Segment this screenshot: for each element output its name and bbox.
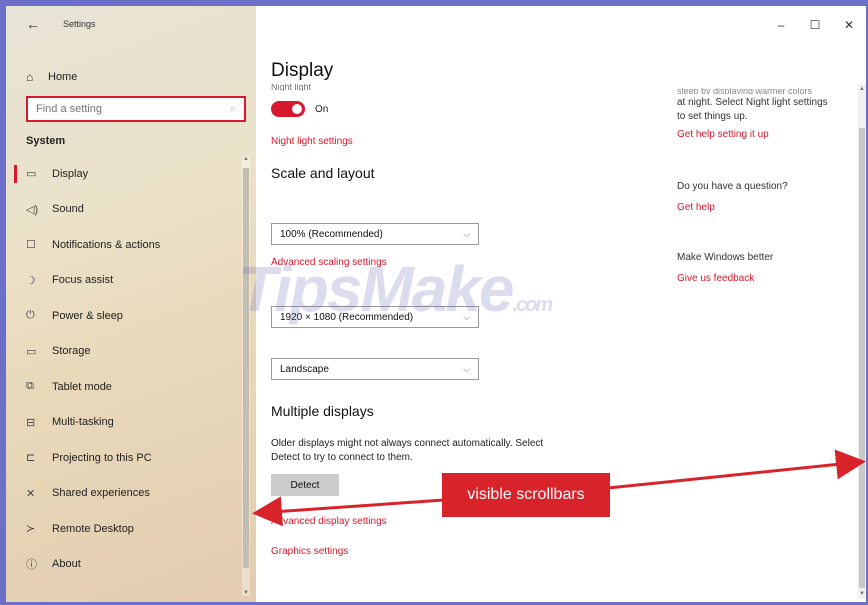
back-arrow-icon[interactable]: ← [26,16,40,32]
sidebar-item-shared-experiences[interactable]: ✕ Shared experiences [6,476,242,512]
chevron-down-icon: ⌵ [463,311,470,322]
sidebar-item-label: About [52,558,81,571]
chevron-down-icon: ⌵ [463,363,470,374]
main-scrollbar-thumb[interactable] [859,128,865,588]
right-text-line2: to set things up. [677,111,748,122]
remote-icon: ≻ [26,523,36,536]
scroll-down-icon[interactable]: ▼ [242,590,250,596]
window-controls: – ☐ ✕ [764,18,866,32]
sidebar-item-projecting[interactable]: ⊏ Projecting to this PC [6,440,242,476]
power-icon: ⏻ [26,309,35,322]
resolution-dropdown[interactable]: 1920 × 1080 (Recommended) ⌵ [271,306,479,328]
sidebar-item-label: Notifications & actions [52,238,161,251]
sidebar-item-label: Display [52,167,89,180]
advanced-display-link[interactable]: Advanced display settings [271,516,387,527]
toggle-state-label: On [315,103,329,115]
night-light-settings-link[interactable]: Night light settings [271,136,353,147]
scale-layout-heading: Scale and layout [271,165,375,181]
search-box[interactable]: ⌕ [26,96,246,122]
multiple-displays-text-line2: Detect to try to connect to them. [271,452,413,463]
app-title: Settings [63,19,96,29]
sidebar: ← Settings ⌂ Home ⌕ System ▭ Display ◁) … [6,6,256,602]
projector-icon: ⊏ [26,452,36,465]
sidebar-scrollbar[interactable]: ▲ ▼ [242,156,250,596]
sidebar-item-label: Tablet mode [52,380,112,393]
sidebar-item-storage[interactable]: ▭ Storage [6,334,242,370]
settings-window: ← Settings ⌂ Home ⌕ System ▭ Display ◁) … [6,6,866,602]
home-label: Home [48,71,78,83]
resolution-dropdown-value: 1920 × 1080 (Recommended) [280,311,414,323]
main-scrollbar[interactable]: ▲ ▼ [858,84,866,599]
page-title: Display [271,60,334,81]
minimize-icon[interactable]: – [764,18,798,32]
scale-dropdown-value: 100% (Recommended) [280,228,383,240]
sidebar-item-power-sleep[interactable]: ⏻ Power & sleep [6,298,242,334]
shared-icon: ✕ [26,487,36,500]
sidebar-item-label: Projecting to this PC [52,451,152,464]
home-icon: ⌂ [26,70,34,84]
scroll-down-icon[interactable]: ▼ [858,591,866,597]
multiple-displays-text-line1: Older displays might not always connect … [271,438,544,449]
info-icon: ⓘ [26,559,37,572]
maximize-icon[interactable]: ☐ [798,18,832,32]
multiple-displays-text: Older displays might not always connect … [271,437,591,465]
section-title: System [26,135,66,147]
search-icon: ⌕ [229,102,236,115]
sidebar-item-label: Focus assist [52,274,114,287]
sidebar-item-label: Storage [52,345,91,358]
sidebar-item-label: Power & sleep [52,309,123,322]
question-heading: Do you have a question? [677,181,788,192]
multiple-displays-heading: Multiple displays [271,403,374,419]
detect-button[interactable]: Detect [271,474,339,496]
chevron-down-icon: ⌵ [463,228,470,239]
sidebar-item-label: Sound [52,203,84,216]
close-icon[interactable]: ✕ [832,18,866,32]
sidebar-item-label: Remote Desktop [52,522,134,535]
night-light-toggle[interactable] [271,101,305,117]
orientation-dropdown-value: Landscape [280,363,329,375]
moon-icon: ☽ [26,274,36,287]
toggle-knob [292,104,302,114]
sidebar-item-label: Shared experiences [52,487,150,500]
right-text-line1: at night. Select Night light settings [677,97,828,108]
orientation-dropdown[interactable]: Landscape ⌵ [271,358,479,380]
monitor-icon: ▭ [26,168,37,181]
scale-dropdown[interactable]: 100% (Recommended) ⌵ [271,223,479,245]
tablet-icon: ⧉ [26,380,34,393]
sidebar-scrollbar-thumb[interactable] [243,168,249,568]
sidebar-item-multitasking[interactable]: ⊟ Multi-tasking [6,405,242,441]
graphics-settings-link[interactable]: Graphics settings [271,546,348,557]
get-help-link[interactable]: Get help [677,202,715,213]
get-help-setting-link[interactable]: Get help setting it up [677,129,769,140]
home-link[interactable]: ⌂ Home [26,66,77,88]
advanced-scaling-link[interactable]: Advanced scaling settings [271,257,387,268]
sidebar-item-tablet-mode[interactable]: ⧉ Tablet mode [6,369,242,405]
night-light-toggle-row: On [271,101,328,117]
night-light-help-text: at night. Select Night light settings to… [677,96,857,124]
right-text-clipped: sleep by displaying warmer colors [677,88,813,94]
notification-icon: ☐ [26,239,36,252]
sidebar-item-about[interactable]: ⓘ About [6,547,242,583]
annotation-label: visible scrollbars [442,473,610,517]
sidebar-item-focus-assist[interactable]: ☽ Focus assist [6,263,242,299]
storage-icon: ▭ [26,345,37,358]
sidebar-item-remote-desktop[interactable]: ≻ Remote Desktop [6,511,242,547]
multitasking-icon: ⊟ [26,416,36,429]
sidebar-nav: ▭ Display ◁) Sound ☐ Notifications & act… [6,156,242,582]
sidebar-item-notifications[interactable]: ☐ Notifications & actions [6,227,242,263]
title-bar: ← Settings [6,6,256,42]
sidebar-item-label: Multi-tasking [52,416,114,429]
night-light-label-clipped: Night light [271,84,312,91]
search-input[interactable] [36,103,216,115]
speaker-icon: ◁) [26,203,39,216]
scroll-up-icon[interactable]: ▲ [858,86,866,92]
sidebar-item-display[interactable]: ▭ Display [6,156,242,192]
scroll-up-icon[interactable]: ▲ [242,156,250,162]
sidebar-item-sound[interactable]: ◁) Sound [6,192,242,228]
make-windows-better-heading: Make Windows better [677,252,774,263]
give-feedback-link[interactable]: Give us feedback [677,273,754,284]
